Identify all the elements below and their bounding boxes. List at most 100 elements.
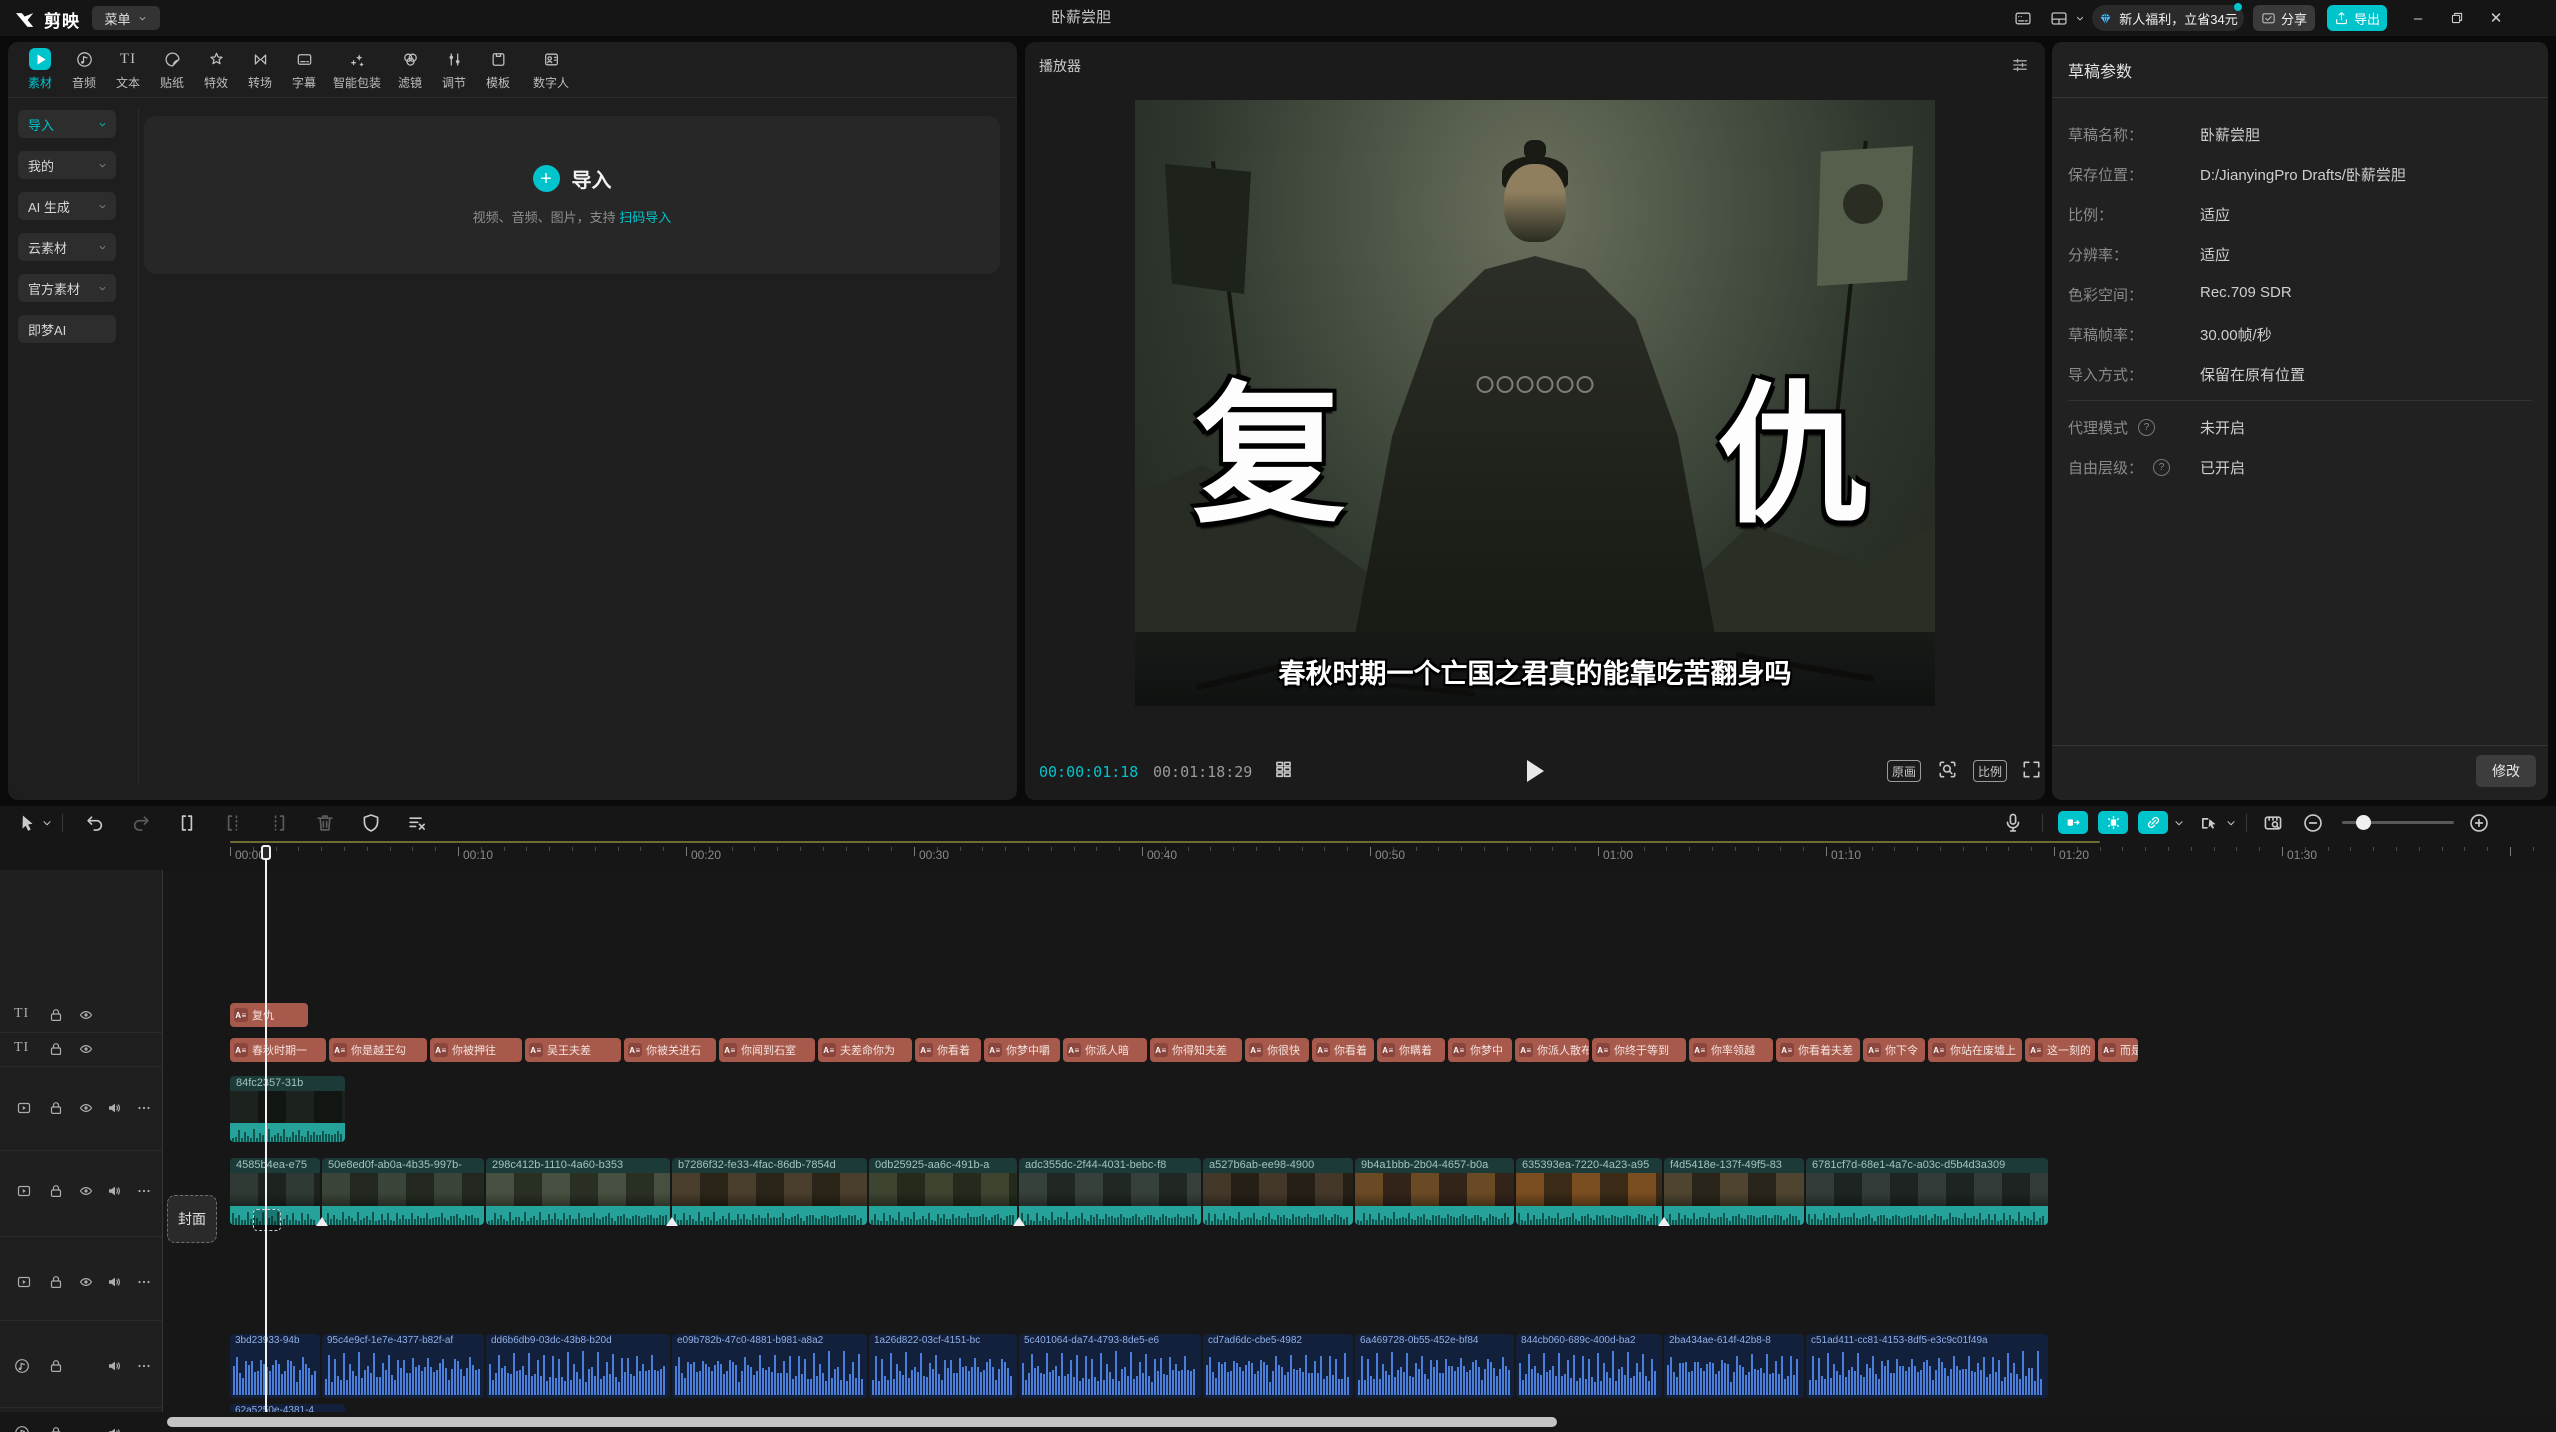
auto-snap-toggle[interactable] (2058, 811, 2088, 834)
mute-icon[interactable] (106, 1425, 122, 1432)
audio-clip-10[interactable]: c51ad411-cc81-4153-8df5-e3c9c01f49a (1806, 1334, 2048, 1398)
more-options-icon[interactable] (136, 1358, 152, 1374)
zoom-fit-icon[interactable] (1937, 759, 1958, 780)
video-clip-5[interactable]: adc355dc-2f44-4031-bebc-f8 (1019, 1158, 1201, 1225)
mute-icon[interactable] (106, 1358, 122, 1374)
subtitle-clip-8[interactable]: A≡你梦中嚼 (984, 1038, 1060, 1062)
audio2-clip[interactable]: 62a5250e-4381-4 (230, 1404, 345, 1412)
chevron-down-icon[interactable] (2224, 812, 2238, 834)
subtitle-clip-6[interactable]: A≡夫差命你为 (818, 1038, 912, 1062)
tab-transition[interactable]: 转场 (238, 48, 282, 91)
audio-clip-2[interactable]: dd6b6db9-03dc-43b8-b20d (486, 1334, 670, 1398)
mute-icon[interactable] (106, 1183, 122, 1199)
import-dropzone[interactable]: + 导入 视频、音频、图片，支持 扫码导入 (144, 116, 1000, 274)
subtitle-clip-2[interactable]: A≡你被押往 (430, 1038, 522, 1062)
tab-text[interactable]: TI文本 (106, 48, 150, 91)
help-icon[interactable]: ? (2138, 419, 2155, 436)
visibility-icon[interactable] (78, 1274, 94, 1290)
subtitle-clip-13[interactable]: A≡你瞒着 (1377, 1038, 1445, 1062)
linkage-toggle[interactable] (2098, 811, 2128, 834)
video-clip-9[interactable]: f4d5418e-137f-49f5-83 (1664, 1158, 1804, 1225)
subtitle-clip-18[interactable]: A≡你看着夫差 (1776, 1038, 1860, 1062)
lock-icon[interactable] (48, 1274, 64, 1290)
select-cursor-icon[interactable] (16, 812, 38, 834)
transition-marker[interactable] (666, 1217, 678, 1226)
subtitle-clip-17[interactable]: A≡你率领越 (1689, 1038, 1773, 1062)
link-toggle[interactable] (2138, 811, 2168, 834)
tab-audio[interactable]: 音频 (62, 48, 106, 91)
sidebar-item-1[interactable]: 我的 (18, 151, 116, 179)
original-quality-button[interactable]: 原画 (1887, 760, 1921, 782)
audio-clip-5[interactable]: 5c401064-da74-4793-8de5-e6 (1019, 1334, 1201, 1398)
sidebar-item-2[interactable]: AI 生成 (18, 192, 116, 220)
preview-cursor-icon[interactable] (2198, 812, 2220, 834)
title-text-clip[interactable]: A≡复仇 (230, 1003, 308, 1027)
sidebar-item-5[interactable]: 即梦AI (18, 315, 116, 343)
sidebar-item-0[interactable]: 导入 (18, 110, 116, 138)
subtitle-clip-9[interactable]: A≡你派人暗 (1063, 1038, 1147, 1062)
lock-icon[interactable] (48, 1358, 64, 1374)
delete-icon[interactable] (314, 812, 336, 834)
video-clip-10[interactable]: 6781cf7d-68e1-4a7c-a03c-d5b4d3a309 (1806, 1158, 2048, 1225)
subtitle-clip-3[interactable]: A≡吴王夫差 (525, 1038, 621, 1062)
export-button[interactable]: 导出 (2327, 5, 2387, 31)
sidebar-item-4[interactable]: 官方素材 (18, 274, 116, 302)
cover-button[interactable]: 封面 (167, 1195, 217, 1243)
ratio-button[interactable]: 比例 (1973, 760, 2007, 782)
subtitle-clip-20[interactable]: A≡你站在废墟上 (1928, 1038, 2022, 1062)
subtitle-clip-11[interactable]: A≡你很快 (1245, 1038, 1309, 1062)
player-display-settings-icon[interactable] (2011, 56, 2029, 74)
undo-icon[interactable] (84, 812, 106, 834)
sidebar-item-3[interactable]: 云素材 (18, 233, 116, 261)
playhead-handle[interactable] (261, 845, 271, 860)
tab-material[interactable]: 素材 (18, 48, 62, 91)
video-clip-2[interactable]: 298c412b-1110-4a60-b353 (486, 1158, 670, 1225)
tab-filter[interactable]: 滤镜 (388, 48, 432, 91)
more-options-icon[interactable] (136, 1100, 152, 1116)
video-preview[interactable]: 复 仇 春秋时期一个亡国之君真的能靠吃苦翻身吗 (1135, 100, 1935, 706)
lock-icon[interactable] (48, 1041, 64, 1057)
zoom-in-icon[interactable] (2468, 812, 2490, 834)
subtitle-clip-19[interactable]: A≡你下令 (1863, 1038, 1925, 1062)
share-button[interactable]: 分享 (2253, 5, 2315, 31)
tab-smart-pack[interactable]: 智能包装 (326, 48, 388, 91)
mute-icon[interactable] (106, 1100, 122, 1116)
frame-grid-icon[interactable] (1273, 759, 1294, 780)
audio-clip-8[interactable]: 844cb060-689c-400d-ba2 (1516, 1334, 1662, 1398)
more-options-icon[interactable] (136, 1183, 152, 1199)
subtitle-clip-0[interactable]: A≡春秋时期一 (230, 1038, 326, 1062)
split-left-icon[interactable] (222, 812, 244, 834)
captions-panel-icon[interactable] (2012, 10, 2034, 27)
audio-clip-3[interactable]: e09b782b-47c0-4881-b981-a8a2 (672, 1334, 867, 1398)
close-button[interactable]: ✕ (2481, 0, 2511, 36)
menu-button[interactable]: 菜单 (92, 6, 160, 30)
overlay-video-clip[interactable]: 84fc2357-31b (230, 1076, 345, 1142)
visibility-icon[interactable] (78, 1007, 94, 1023)
subtitle-clip-10[interactable]: A≡你得知夫差 (1150, 1038, 1242, 1062)
video-clip-6[interactable]: a527b6ab-ee98-4900 (1203, 1158, 1353, 1225)
tab-template[interactable]: 模板 (476, 48, 520, 91)
play-button[interactable] (1527, 760, 1544, 782)
lock-icon[interactable] (48, 1183, 64, 1199)
audio-clip-7[interactable]: 6a469728-0b55-452e-bf84 (1355, 1334, 1514, 1398)
transition-marker[interactable] (1013, 1217, 1025, 1226)
transition-marker[interactable] (316, 1217, 328, 1226)
video-clip-1[interactable]: 50e8ed0f-ab0a-4b35-997b- (322, 1158, 484, 1225)
audio-clip-9[interactable]: 2ba434ae-614f-42b8-8 (1664, 1334, 1804, 1398)
timeline-zoom-slider[interactable] (2342, 821, 2454, 824)
layout-switch-icon[interactable] (2048, 10, 2070, 27)
audio-clip-6[interactable]: cd7ad6dc-cbe5-4982 (1203, 1334, 1353, 1398)
layout-chevron-icon[interactable] (2074, 10, 2086, 27)
delete-text-icon[interactable] (406, 812, 428, 834)
mute-icon[interactable] (106, 1274, 122, 1290)
split-icon[interactable] (176, 812, 198, 834)
horizontal-scrollbar[interactable] (167, 1417, 1557, 1427)
lock-icon[interactable] (48, 1100, 64, 1116)
video-clip-4[interactable]: 0db25925-aa6c-491b-a (869, 1158, 1017, 1225)
visibility-icon[interactable] (78, 1183, 94, 1199)
lock-icon[interactable] (48, 1425, 64, 1432)
video-clip-3[interactable]: b7286f32-fe33-4fac-86db-7854d (672, 1158, 867, 1225)
preview-axis-icon[interactable] (2262, 812, 2284, 834)
modify-button[interactable]: 修改 (2476, 755, 2536, 787)
visibility-icon[interactable] (78, 1100, 94, 1116)
